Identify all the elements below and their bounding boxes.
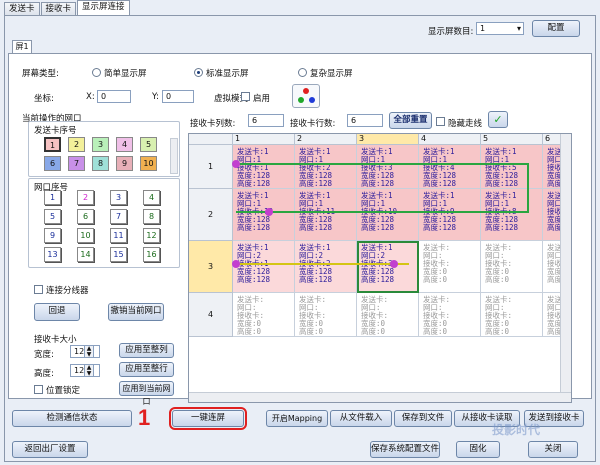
x-label: X:: [86, 92, 95, 102]
virtual-enable-label: 启用: [253, 94, 271, 104]
annotation-number: 1: [138, 405, 151, 430]
rgb-icon[interactable]: [292, 84, 320, 108]
route-port-1: [236, 163, 529, 213]
width-stepper[interactable]: ▲ ▼: [84, 345, 94, 358]
wiring-lines: [232, 160, 529, 268]
width-label: 宽度:: [34, 350, 54, 360]
virtual-enable-checkbox[interactable]: [241, 92, 250, 101]
card-number-button[interactable]: 9: [116, 156, 133, 171]
radio-complex[interactable]: [298, 68, 307, 77]
tab-send-card[interactable]: 发送卡: [4, 2, 40, 15]
save-file-button[interactable]: 保存到文件: [394, 410, 452, 427]
connect-split-checkbox[interactable]: [34, 285, 43, 294]
watermark: 投影时代: [492, 423, 541, 437]
card-number-button[interactable]: 2: [68, 137, 85, 152]
port-number-label: 网口序号: [34, 183, 69, 193]
receiver-size-title: 接收卡大小: [34, 335, 77, 345]
position-fixed-checkbox[interactable]: [34, 385, 43, 394]
radio-complex-label: 复杂显示屏: [310, 69, 353, 79]
route-end-port-2: [390, 260, 398, 268]
radio-simple-label: 简单显示屏: [104, 69, 147, 79]
detect-status-button[interactable]: 检测通信状态: [12, 410, 132, 427]
receiver-cols-input[interactable]: 6: [248, 114, 284, 127]
card-number-label: 发送卡序号: [34, 126, 77, 136]
card-scrollbar[interactable]: [170, 138, 178, 174]
connect-split-label: 连接分线器: [46, 286, 89, 296]
card-number-button[interactable]: 1: [44, 137, 61, 152]
undo-port-button[interactable]: 撤销当前网口: [108, 303, 164, 321]
card-number-button[interactable]: 3: [92, 137, 109, 152]
radio-standard[interactable]: [194, 68, 203, 77]
route-start-port-1: [232, 160, 240, 168]
chevron-down-icon: ▾: [516, 24, 521, 33]
route-start-port-2: [232, 260, 240, 268]
card-number-button[interactable]: 6: [44, 156, 61, 171]
y-input[interactable]: 0: [162, 90, 194, 103]
main-tabs: 发送卡 接收卡 显示屏连接: [4, 0, 131, 15]
apply-port-button[interactable]: 应用到当前网口: [119, 381, 174, 406]
full-reset-button[interactable]: 全部重置: [389, 112, 432, 129]
card-number-button[interactable]: 4: [116, 137, 133, 152]
y-label: Y:: [152, 92, 159, 102]
card-number-button[interactable]: 7: [68, 156, 85, 171]
grid-horizontal-scrollbar[interactable]: [189, 392, 571, 402]
radio-standard-label: 标准显示屏: [206, 69, 249, 79]
coord-label: 坐标:: [34, 94, 54, 104]
close-button[interactable]: 关闭: [528, 441, 578, 458]
screen-type-label: 屏幕类型:: [22, 69, 59, 79]
confirm-check-icon[interactable]: ✓: [488, 111, 508, 128]
card-number-button[interactable]: 5: [140, 137, 157, 152]
back-button[interactable]: 回退: [34, 303, 80, 321]
one-click-connect-button[interactable]: 一键连屏: [169, 407, 247, 430]
apply-row-button[interactable]: 应用至整行: [119, 362, 174, 377]
screen-count-select[interactable]: 1 ▾: [476, 22, 524, 35]
hide-lines-checkbox[interactable]: [436, 117, 445, 126]
tab-receive-card[interactable]: 接收卡: [40, 2, 77, 15]
apply-col-button[interactable]: 应用至整列: [119, 343, 174, 358]
mapping-button[interactable]: 开启Mapping: [266, 410, 328, 427]
solidify-button[interactable]: 固化: [456, 441, 500, 458]
receiver-cols-label: 接收卡列数:: [190, 119, 236, 129]
receiver-rows-label: 接收卡行数:: [290, 119, 336, 129]
position-fixed-label: 位置锁定: [46, 386, 81, 396]
hide-lines-label: 隐藏走线: [448, 119, 483, 129]
config-button[interactable]: 配置: [532, 20, 580, 37]
height-stepper[interactable]: ▲ ▼: [84, 364, 94, 377]
radio-simple[interactable]: [92, 68, 101, 77]
receiver-grid: 123456 1 发送卡:1 网口:1 接收卡:1 宽度:128 高度:128 发送卡:1 网…: [188, 133, 572, 403]
save-sys-config-button[interactable]: 保存系统配置文件: [370, 441, 440, 458]
route-end-port-1: [265, 208, 273, 216]
screen-count-label: 显示屏数目:: [428, 27, 474, 37]
x-input[interactable]: 0: [97, 90, 131, 103]
card-number-button[interactable]: 8: [92, 156, 109, 171]
return-factory-button[interactable]: 返回出厂设置: [12, 441, 88, 458]
tab-screen-connect[interactable]: 显示屏连接: [77, 0, 130, 15]
height-label: 高度:: [34, 369, 54, 379]
receiver-rows-input[interactable]: 6: [347, 114, 383, 127]
load-file-button[interactable]: 从文件载入: [330, 410, 392, 427]
tab-screen-1[interactable]: 屏1: [12, 40, 32, 53]
card-number-button[interactable]: 10: [140, 156, 157, 171]
grid-vertical-scrollbar[interactable]: [560, 134, 571, 402]
